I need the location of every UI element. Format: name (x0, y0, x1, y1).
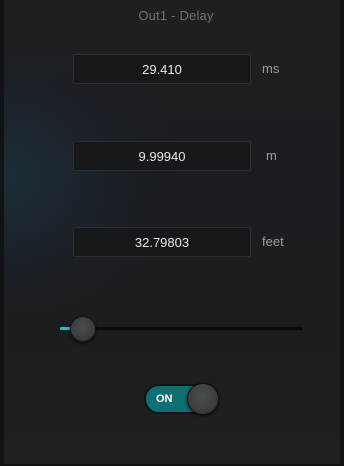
toggle-knob[interactable] (187, 383, 219, 415)
delay-meters-input[interactable] (73, 141, 251, 171)
panel-title: Out1 - Delay (138, 8, 214, 23)
delay-feet-input[interactable] (73, 227, 251, 257)
unit-meters-label: m (266, 148, 277, 163)
delay-slider-track[interactable] (60, 327, 303, 330)
delay-toggle[interactable]: ON (144, 383, 220, 415)
unit-feet-label: feet (262, 234, 284, 249)
toggle-label: ON (156, 393, 173, 405)
delay-ms-input[interactable] (73, 54, 251, 84)
delay-panel: Out1 - Delay ms m feet ON (0, 0, 344, 466)
unit-ms-label: ms (262, 61, 280, 76)
delay-slider-thumb[interactable] (69, 316, 96, 342)
